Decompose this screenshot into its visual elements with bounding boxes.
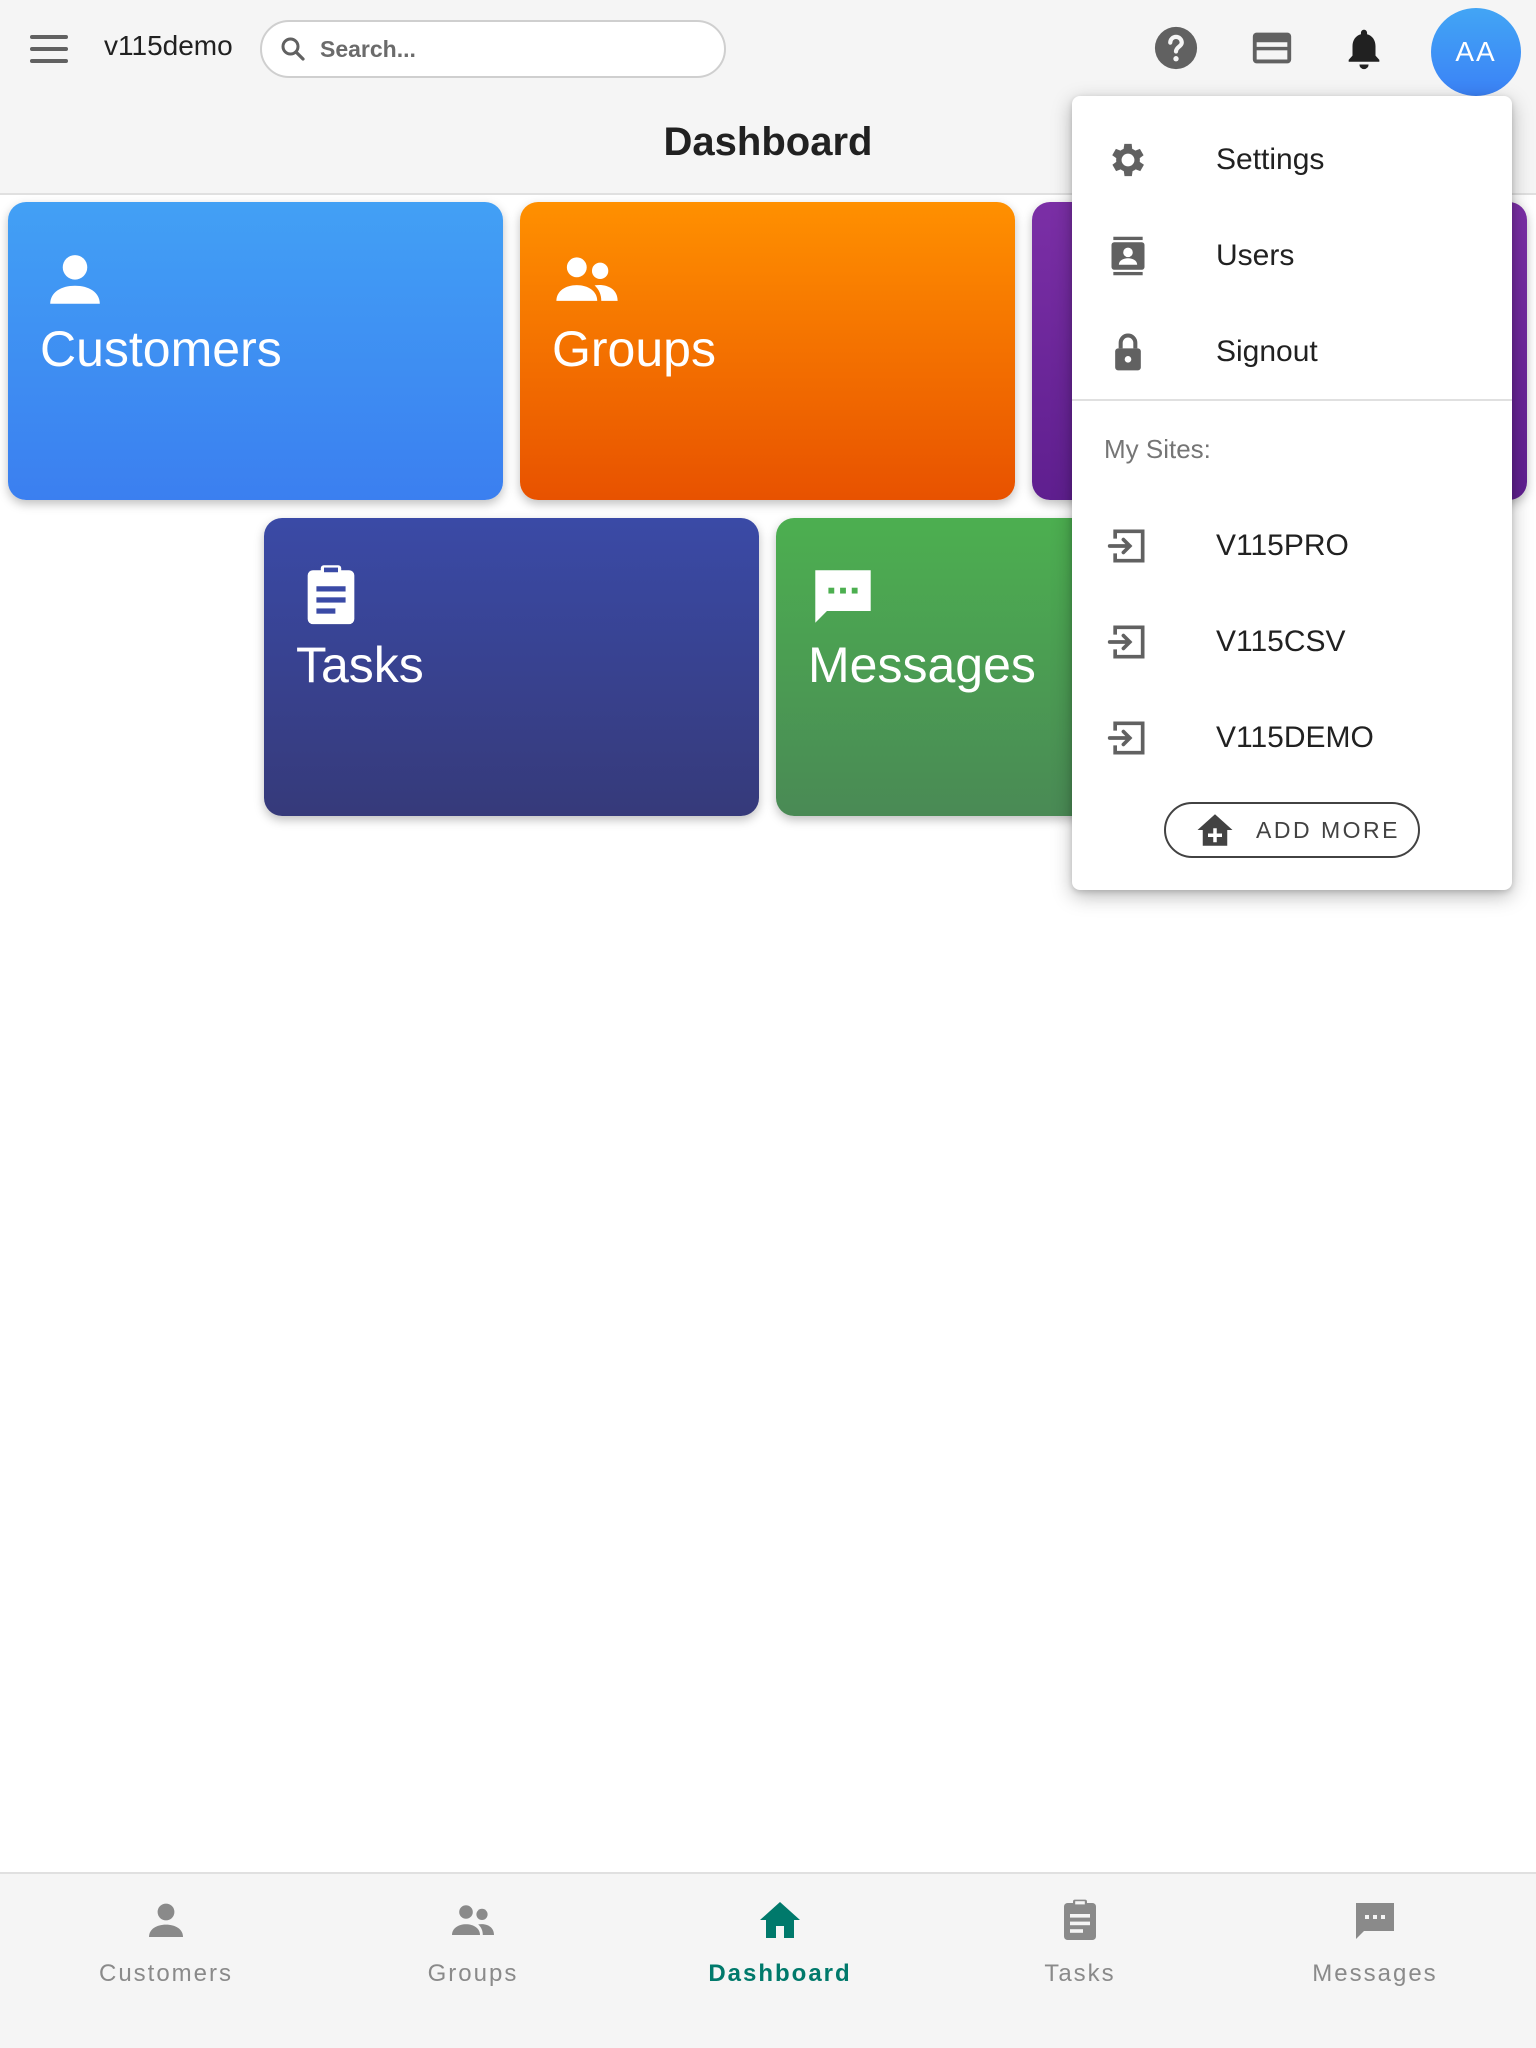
credit-card-icon[interactable] [1244,20,1300,76]
bottom-nav-groups[interactable]: Groups [353,1892,593,2002]
add-more-button[interactable]: ADD MORE [1164,802,1420,858]
bottom-nav-label: Messages [1312,1960,1438,1987]
site-label: V115DEMO [1216,721,1374,754]
contact-card-icon [1106,234,1150,278]
bottom-nav-label: Groups [427,1960,519,1987]
bottom-nav-label: Tasks [1044,1960,1116,1987]
help-icon[interactable] [1148,20,1204,76]
tile-label: Tasks [296,637,424,693]
search-box[interactable] [260,20,726,78]
login-icon [1106,716,1150,760]
bottom-nav-label: Dashboard [708,1960,852,1987]
login-icon [1106,524,1150,568]
bottom-nav-tasks[interactable]: Tasks [960,1892,1200,2002]
tile-label: Customers [40,321,282,377]
tile-groups[interactable]: Groups [520,202,1015,500]
add-home-icon [1197,814,1233,846]
my-sites-heading: My Sites: [1104,434,1211,464]
site-label: V115CSV [1216,625,1346,658]
search-icon [281,37,305,61]
site-label: V115PRO [1216,529,1349,562]
account-dropdown-menu: Settings Users Signout My Sites: V115PRO… [1072,96,1512,890]
tile-label: Groups [552,321,716,377]
tile-customers[interactable]: Customers [8,202,503,500]
menu-item-label: Signout [1216,335,1318,368]
menu-item-users[interactable]: Users [1072,214,1512,298]
bottom-navigation: Customers Groups Dashboard Tasks Message… [0,1872,1536,2048]
site-item-v115csv[interactable]: V115CSV [1072,600,1512,684]
clipboard-icon [296,560,366,630]
bottom-nav-dashboard[interactable]: Dashboard [660,1892,900,2002]
tile-label: Messages [808,637,1036,693]
site-item-v115pro[interactable]: V115PRO [1072,504,1512,588]
user-avatar[interactable]: AA [1431,8,1521,96]
chat-icon [1356,1903,1394,1939]
search-input[interactable] [320,35,700,63]
people-icon [552,244,622,314]
login-icon [1106,620,1150,664]
menu-item-label: Settings [1216,143,1325,176]
menu-icon[interactable] [30,26,82,72]
bottom-nav-messages[interactable]: Messages [1255,1892,1495,2002]
person-icon [40,244,110,314]
chat-icon [808,560,878,630]
site-item-v115demo[interactable]: V115DEMO [1072,696,1512,780]
bottom-nav-customers[interactable]: Customers [46,1892,286,2002]
tile-tasks[interactable]: Tasks [264,518,759,816]
add-more-label: ADD MORE [1256,816,1400,843]
lock-icon [1106,330,1150,374]
app-name: v115demo [104,30,233,61]
home-icon [760,1902,800,1938]
menu-divider [1072,399,1512,401]
clipboard-icon [1064,1899,1096,1940]
menu-item-label: Users [1216,239,1295,272]
gear-icon [1106,138,1150,182]
menu-item-settings[interactable]: Settings [1072,118,1512,202]
person-icon [149,1903,183,1937]
menu-item-signout[interactable]: Signout [1072,310,1512,394]
bottom-nav-label: Customers [98,1960,234,1987]
notification-bell-icon[interactable] [1336,20,1392,76]
people-icon [452,1905,494,1935]
